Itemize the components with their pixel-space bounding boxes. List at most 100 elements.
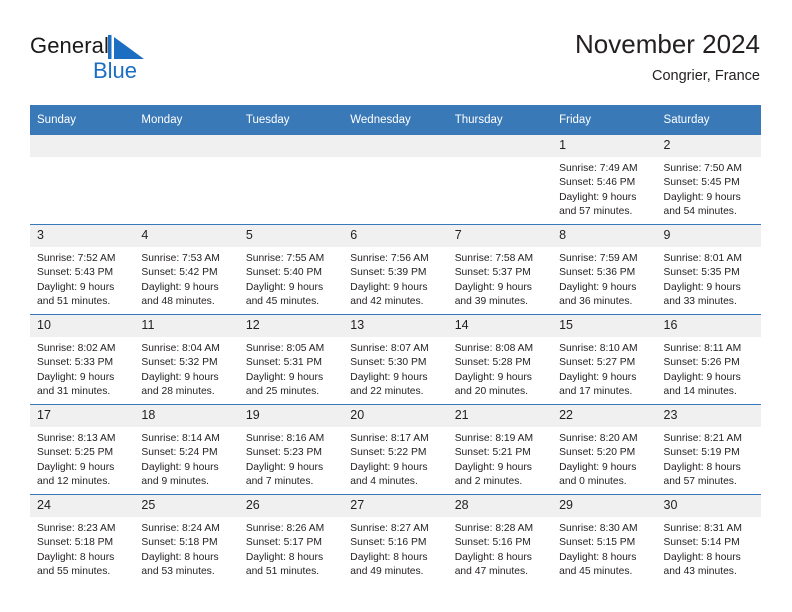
daylight-text-line1: Daylight: 8 hours bbox=[37, 551, 115, 563]
daylight-text-line1: Daylight: 9 hours bbox=[454, 281, 532, 293]
day-details: Sunrise: 8:13 AM Sunset: 5:25 PM Daylight:… bbox=[30, 427, 134, 490]
day-details: Sunrise: 7:53 AM Sunset: 5:42 PM Daylight:… bbox=[134, 247, 238, 310]
calendar-day-cell[interactable]: 10 Sunrise: 8:02 AM Sunset: 5:33 PM Dayligh… bbox=[30, 314, 135, 405]
calendar-day-cell[interactable]: 17 Sunrise: 8:13 AM Sunset: 5:25 PM Dayligh… bbox=[30, 404, 135, 495]
sunset-text: Sunset: 5:24 PM bbox=[141, 447, 218, 459]
day-number: 19 bbox=[238, 405, 344, 427]
sunset-text: Sunset: 5:26 PM bbox=[663, 357, 740, 369]
day-number: 7 bbox=[447, 225, 553, 247]
daylight-text-line2: and 51 minutes. bbox=[245, 566, 320, 578]
calendar-day-cell[interactable]: 21 Sunrise: 8:19 AM Sunset: 5:21 PM Dayligh… bbox=[447, 404, 553, 495]
calendar-day-cell[interactable]: 12 Sunrise: 8:05 AM Sunset: 5:31 PM Dayligh… bbox=[238, 314, 344, 405]
daylight-text-line2: and 25 minutes. bbox=[245, 386, 320, 398]
sunset-text: Sunset: 5:40 PM bbox=[245, 267, 322, 279]
day-details: Sunrise: 8:10 AM Sunset: 5:27 PM Daylight:… bbox=[552, 337, 656, 400]
calendar-day-cell[interactable]: 24 Sunrise: 8:23 AM Sunset: 5:18 PM Dayligh… bbox=[30, 494, 135, 584]
daylight-text-line2: and 45 minutes. bbox=[245, 296, 320, 308]
daylight-text-line1: Daylight: 9 hours bbox=[37, 371, 115, 383]
sunset-text: Sunset: 5:15 PM bbox=[559, 537, 636, 549]
sunset-text: Sunset: 5:35 PM bbox=[663, 267, 740, 279]
day-number: 24 bbox=[30, 495, 135, 517]
calendar-day-cell[interactable]: 6 Sunrise: 7:56 AM Sunset: 5:39 PM Daylight… bbox=[343, 224, 448, 315]
sunset-text: Sunset: 5:21 PM bbox=[454, 447, 531, 459]
sunset-text: Sunset: 5:22 PM bbox=[350, 447, 427, 459]
day-number: 12 bbox=[238, 315, 344, 337]
calendar-day-cell[interactable]: 8 Sunrise: 7:59 AM Sunset: 5:36 PM Daylight… bbox=[552, 224, 657, 315]
day-number: 5 bbox=[238, 225, 344, 247]
sunset-text: Sunset: 5:19 PM bbox=[663, 447, 740, 459]
day-details: Sunrise: 8:19 AM Sunset: 5:21 PM Daylight:… bbox=[448, 427, 552, 490]
calendar-day-cell-empty bbox=[343, 135, 448, 225]
brand-logo[interactable]: General Blue bbox=[30, 34, 250, 90]
sunrise-text: Sunrise: 8:23 AM bbox=[37, 523, 116, 534]
calendar-day-cell[interactable]: 18 Sunrise: 8:14 AM Sunset: 5:24 PM Dayligh… bbox=[134, 404, 239, 495]
sunrise-text: Sunrise: 8:10 AM bbox=[559, 343, 638, 354]
sunrise-text: Sunrise: 8:08 AM bbox=[454, 343, 534, 354]
daylight-text-line2: and 36 minutes. bbox=[559, 296, 633, 308]
triangle-logo-icon bbox=[108, 35, 148, 59]
day-details: Sunrise: 7:55 AM Sunset: 5:40 PM Daylight:… bbox=[239, 247, 343, 310]
calendar-day-cell[interactable]: 30 Sunrise: 8:31 AM Sunset: 5:14 PM Dayligh… bbox=[656, 494, 761, 584]
calendar-day-cell[interactable]: 19 Sunrise: 8:16 AM Sunset: 5:23 PM Dayligh… bbox=[238, 404, 344, 495]
day-number: 25 bbox=[134, 495, 239, 517]
calendar-day-cell[interactable]: 3 Sunrise: 7:52 AM Sunset: 5:43 PM Daylight… bbox=[30, 224, 135, 315]
weekday-header-saturday: Saturday bbox=[656, 105, 761, 135]
day-number: 13 bbox=[343, 315, 448, 337]
sunset-text: Sunset: 5:16 PM bbox=[454, 537, 531, 549]
daylight-text-line1: Daylight: 8 hours bbox=[245, 551, 324, 563]
sunrise-text: Sunrise: 7:58 AM bbox=[454, 253, 534, 264]
sunrise-text: Sunrise: 7:59 AM bbox=[559, 253, 638, 264]
calendar-day-cell[interactable]: 22 Sunrise: 8:20 AM Sunset: 5:20 PM Dayligh… bbox=[552, 404, 657, 495]
calendar-day-cell[interactable]: 25 Sunrise: 8:24 AM Sunset: 5:18 PM Dayligh… bbox=[134, 494, 239, 584]
calendar-day-cell[interactable]: 1 Sunrise: 7:49 AM Sunset: 5:46 PM Daylight… bbox=[552, 135, 657, 225]
day-number: 28 bbox=[447, 495, 553, 517]
day-details: Sunrise: 7:56 AM Sunset: 5:39 PM Daylight:… bbox=[343, 247, 447, 310]
daylight-text-line1: Daylight: 8 hours bbox=[559, 551, 637, 563]
daylight-text-line1: Daylight: 9 hours bbox=[663, 281, 741, 293]
calendar-day-cell[interactable]: 29 Sunrise: 8:30 AM Sunset: 5:15 PM Dayligh… bbox=[552, 494, 657, 584]
daylight-text-line1: Daylight: 8 hours bbox=[141, 551, 219, 563]
calendar-day-cell[interactable]: 2 Sunrise: 7:50 AM Sunset: 5:45 PM Daylight… bbox=[656, 135, 761, 225]
day-details: Sunrise: 7:52 AM Sunset: 5:43 PM Daylight:… bbox=[30, 247, 134, 310]
calendar-day-cell[interactable]: 28 Sunrise: 8:28 AM Sunset: 5:16 PM Dayligh… bbox=[447, 494, 553, 584]
day-number: 15 bbox=[552, 315, 657, 337]
calendar-day-cell[interactable]: 13 Sunrise: 8:07 AM Sunset: 5:30 PM Dayligh… bbox=[343, 314, 448, 405]
calendar-day-cell[interactable]: 5 Sunrise: 7:55 AM Sunset: 5:40 PM Daylight… bbox=[238, 224, 344, 315]
calendar-body: 1 Sunrise: 7:49 AM Sunset: 5:46 PM Daylight… bbox=[30, 135, 761, 584]
calendar-day-cell[interactable]: 23 Sunrise: 8:21 AM Sunset: 5:19 PM Dayligh… bbox=[656, 404, 761, 495]
sunrise-text: Sunrise: 8:14 AM bbox=[141, 433, 220, 444]
calendar-day-cell[interactable]: 27 Sunrise: 8:27 AM Sunset: 5:16 PM Dayligh… bbox=[343, 494, 448, 584]
sunrise-text: Sunrise: 8:31 AM bbox=[663, 523, 742, 534]
daylight-text-line2: and 20 minutes. bbox=[454, 386, 528, 398]
day-details: Sunrise: 7:49 AM Sunset: 5:46 PM Daylight:… bbox=[552, 157, 656, 220]
calendar-day-cell[interactable]: 14 Sunrise: 8:08 AM Sunset: 5:28 PM Dayligh… bbox=[447, 314, 553, 405]
day-details: Sunrise: 8:11 AM Sunset: 5:26 PM Daylight:… bbox=[657, 337, 761, 400]
daylight-text-line1: Daylight: 9 hours bbox=[454, 371, 532, 383]
sunset-text: Sunset: 5:33 PM bbox=[37, 357, 114, 369]
daylight-text-line1: Daylight: 9 hours bbox=[559, 281, 637, 293]
calendar-day-cell[interactable]: 4 Sunrise: 7:53 AM Sunset: 5:42 PM Daylight… bbox=[134, 224, 239, 315]
sunrise-text: Sunrise: 8:21 AM bbox=[663, 433, 742, 444]
day-number: 8 bbox=[552, 225, 657, 247]
daylight-text-line1: Daylight: 9 hours bbox=[559, 191, 637, 203]
daylight-text-line2: and 49 minutes. bbox=[350, 566, 424, 578]
sunrise-text: Sunrise: 8:04 AM bbox=[141, 343, 220, 354]
daylight-text-line2: and 12 minutes. bbox=[37, 476, 111, 488]
daylight-text-line2: and 39 minutes. bbox=[454, 296, 528, 308]
day-details: Sunrise: 8:30 AM Sunset: 5:15 PM Daylight:… bbox=[552, 517, 656, 580]
calendar-day-cell[interactable]: 16 Sunrise: 8:11 AM Sunset: 5:26 PM Dayligh… bbox=[656, 314, 761, 405]
calendar-day-cell[interactable]: 9 Sunrise: 8:01 AM Sunset: 5:35 PM Daylight… bbox=[656, 224, 761, 315]
calendar-day-cell[interactable]: 26 Sunrise: 8:26 AM Sunset: 5:17 PM Dayligh… bbox=[238, 494, 344, 584]
calendar-day-cell[interactable]: 7 Sunrise: 7:58 AM Sunset: 5:37 PM Daylight… bbox=[447, 224, 553, 315]
calendar-day-cell-empty bbox=[30, 135, 135, 225]
calendar-day-cell[interactable]: 15 Sunrise: 8:10 AM Sunset: 5:27 PM Dayligh… bbox=[552, 314, 657, 405]
sunset-text: Sunset: 5:17 PM bbox=[245, 537, 322, 549]
calendar-day-cell[interactable]: 11 Sunrise: 8:04 AM Sunset: 5:32 PM Dayligh… bbox=[134, 314, 239, 405]
daylight-text-line1: Daylight: 9 hours bbox=[350, 461, 428, 473]
day-details: Sunrise: 7:59 AM Sunset: 5:36 PM Daylight:… bbox=[552, 247, 656, 310]
day-number: 4 bbox=[134, 225, 239, 247]
weekday-header-row: Sunday Monday Tuesday Wednesday Thursday… bbox=[30, 105, 761, 135]
sunrise-text: Sunrise: 7:52 AM bbox=[37, 253, 116, 264]
calendar-day-cell[interactable]: 20 Sunrise: 8:17 AM Sunset: 5:22 PM Dayligh… bbox=[343, 404, 448, 495]
day-number: 30 bbox=[656, 495, 761, 517]
